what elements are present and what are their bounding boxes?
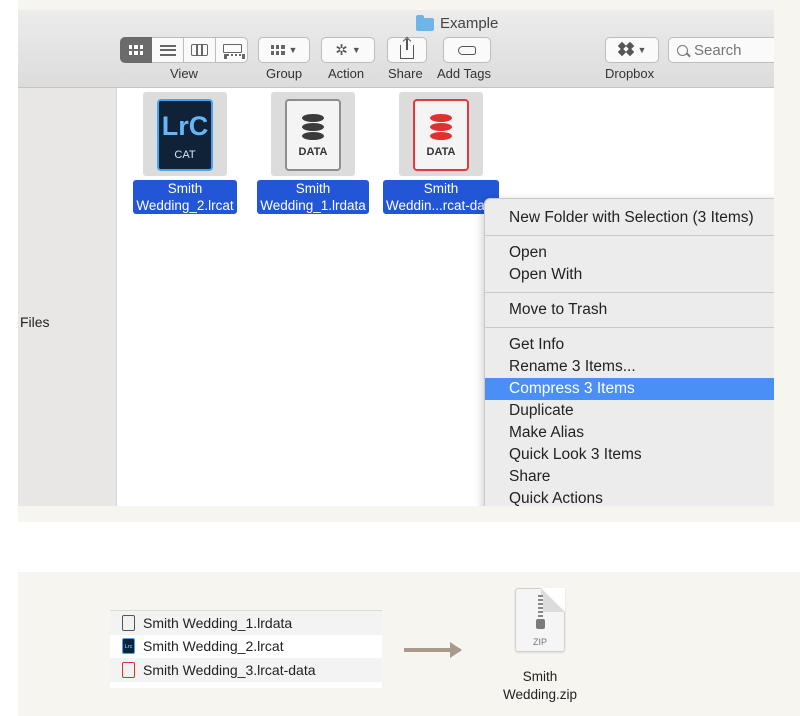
search-field[interactable] — [668, 37, 774, 63]
action-label: Action — [328, 66, 365, 81]
menu-item-get-info[interactable]: Get Info — [485, 334, 774, 356]
lightroom-catalog-icon: LrC CAT — [157, 99, 213, 171]
menu-item-compress[interactable]: Compress 3 Items — [485, 378, 774, 400]
list-icon — [159, 44, 176, 56]
folder-icon — [416, 14, 434, 31]
file-name: Smith Wedding_1.lrdata — [257, 180, 369, 214]
share-label: Share — [388, 66, 423, 81]
menu-separator — [485, 292, 774, 293]
list-item[interactable]: Smith Wedding_1.lrdata — [110, 611, 382, 635]
sidebar-item-files[interactable]: Files — [20, 314, 50, 330]
list-item-label: Smith Wedding_1.lrdata — [143, 614, 293, 631]
file-item-lrdata[interactable]: DATA Smith Wedding_1.lrdata — [253, 92, 373, 215]
dropbox-label: Dropbox — [605, 66, 655, 81]
window-title: Example — [416, 13, 498, 33]
chevron-down-icon: ▼ — [351, 45, 361, 55]
database-icon — [302, 114, 324, 140]
list-item-label: Smith Wedding_2.lrcat — [143, 638, 284, 655]
data-file-icon: DATA — [285, 99, 341, 171]
zip-file-name: Smith Wedding.zip — [502, 669, 578, 702]
lightroom-catalog-icon: Lrc — [122, 638, 135, 655]
column-view-button[interactable] — [184, 37, 216, 63]
icon-view-button[interactable] — [120, 37, 152, 63]
menu-item-quick-look[interactable]: Quick Look 3 Items — [485, 444, 774, 466]
data-file-red-icon: DATA — [413, 99, 469, 171]
gallery-icon — [223, 44, 245, 56]
arrow-right-icon — [404, 642, 462, 658]
database-red-icon — [430, 114, 452, 140]
dropbox-button[interactable]: ▼ — [605, 37, 659, 63]
list-item-label: Smith Wedding_3.lrcat-data — [143, 661, 316, 678]
view-segmented-control — [120, 37, 248, 63]
toolbar: Example View ▼ Group ✲ ▼ Action Share Ad… — [18, 10, 774, 88]
dropbox-icon — [617, 41, 634, 57]
chevron-down-icon: ▼ — [288, 45, 298, 55]
add-tags-label: Add Tags — [437, 66, 491, 81]
add-tags-button[interactable] — [443, 37, 491, 63]
menu-item-quick-actions[interactable]: Quick Actions — [485, 488, 774, 506]
zip-icon-label: ZIP — [532, 637, 547, 647]
search-input[interactable] — [694, 41, 774, 59]
file-thumbnail: DATA — [399, 92, 483, 176]
list-item[interactable]: Smith Wedding_3.lrcat-data — [110, 658, 382, 682]
menu-separator — [485, 235, 774, 236]
group-label: Group — [266, 66, 303, 81]
grid-icon — [129, 45, 143, 55]
view-label: View — [170, 66, 198, 81]
file-list: Smith Wedding_1.lrdata Lrc Smith Wedding… — [110, 610, 382, 688]
menu-item-open-with[interactable]: Open With — [485, 264, 774, 286]
group-button[interactable]: ▼ — [258, 37, 310, 63]
file-thumbnail: DATA — [271, 92, 355, 176]
gallery-view-button[interactable] — [216, 37, 248, 63]
window-title-text: Example — [440, 14, 499, 32]
sidebar: Files — [18, 88, 117, 506]
share-button[interactable] — [387, 37, 427, 63]
menu-item-share[interactable]: Share — [485, 466, 774, 488]
file-name: Smith Wedding_2.lrcat — [133, 180, 237, 214]
list-view-button[interactable] — [152, 37, 184, 63]
list-item[interactable]: Lrc Smith Wedding_2.lrcat — [110, 635, 382, 659]
zipper-icon — [538, 595, 543, 621]
file-thumbnail: LrC CAT — [143, 92, 227, 176]
file-item-lrcat[interactable]: LrC CAT Smith Wedding_2.lrcat — [125, 92, 245, 215]
data-file-icon — [122, 614, 135, 631]
zip-file-icon[interactable]: ZIP — [515, 588, 565, 652]
columns-icon — [191, 44, 208, 56]
group-grid-icon — [270, 45, 285, 55]
finder-window: Example View ▼ Group ✲ ▼ Action Share Ad… — [18, 10, 774, 506]
action-button[interactable]: ✲ ▼ — [321, 37, 375, 63]
chevron-down-icon: ▼ — [637, 45, 647, 55]
menu-item-make-alias[interactable]: Make Alias — [485, 422, 774, 444]
menu-item-rename[interactable]: Rename 3 Items... — [485, 356, 774, 378]
file-item-lrcat-data[interactable]: DATA Smith Weddin...rcat-data — [381, 92, 501, 215]
search-icon — [677, 44, 688, 56]
menu-item-new-folder-with-selection[interactable]: New Folder with Selection (3 Items) — [485, 207, 774, 229]
menu-separator — [485, 327, 774, 328]
menu-item-move-to-trash[interactable]: Move to Trash — [485, 299, 774, 321]
data-file-red-icon — [122, 661, 135, 678]
context-menu: New Folder with Selection (3 Items) Open… — [484, 198, 774, 506]
file-name: Smith Weddin...rcat-data — [382, 180, 500, 214]
menu-item-open[interactable]: Open — [485, 242, 774, 264]
gear-icon: ✲ — [335, 42, 348, 59]
tag-icon — [458, 45, 476, 55]
share-icon — [400, 39, 414, 59]
menu-item-duplicate[interactable]: Duplicate — [485, 400, 774, 422]
